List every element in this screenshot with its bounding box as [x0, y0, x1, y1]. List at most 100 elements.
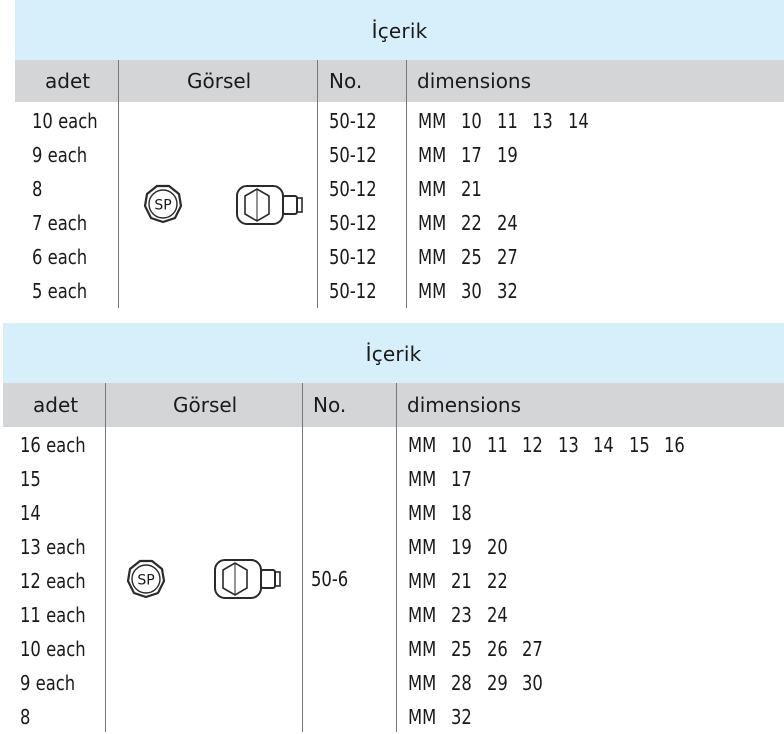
header-qty: adet	[33, 393, 79, 417]
size-value: 21	[461, 177, 482, 201]
unit-label: MM	[408, 467, 437, 491]
unit-label: MM	[408, 603, 437, 627]
size-value: 25	[451, 637, 472, 661]
quantity-cell: 13 each	[20, 535, 86, 559]
size-value: 11	[486, 433, 508, 457]
size-value: 27	[522, 637, 543, 661]
header-part-no: No.	[313, 393, 347, 417]
size-value: 20	[486, 535, 508, 559]
unit-label: MM	[418, 177, 447, 201]
header-image: Görsel	[187, 69, 252, 93]
unit-label: MM	[408, 637, 437, 661]
size-value: 23	[451, 603, 472, 627]
unit-label: MM	[408, 671, 437, 695]
part-number-cell: 50-12	[329, 143, 377, 167]
size-value: 21	[451, 569, 472, 593]
socket-table-1: İçerik adet Görsel No. dimensions SP 10 …	[15, 0, 784, 310]
size-value: 13	[557, 433, 579, 457]
size-value: 19	[451, 535, 472, 559]
size-value: 17	[451, 467, 472, 491]
table-row: 9 each 50-12 MM 17 19	[15, 138, 784, 172]
size-value: 14	[593, 433, 614, 457]
size-value: 13	[532, 109, 553, 133]
size-value: 28	[451, 671, 472, 695]
size-value: 17	[461, 143, 482, 167]
size-value: 14	[567, 109, 589, 133]
quantity-cell: 7 each	[32, 211, 88, 235]
unit-label: MM	[408, 501, 437, 525]
part-number-cell: 50-12	[329, 177, 377, 201]
size-value: 22	[461, 211, 482, 235]
unit-label: MM	[408, 433, 437, 457]
table-row: 9 each MM 28 29 30	[3, 666, 784, 700]
table-row: 10 each MM 25 26 27	[3, 632, 784, 666]
size-value: 27	[496, 245, 518, 269]
size-value: 22	[486, 569, 508, 593]
quantity-cell: 8	[32, 177, 43, 201]
table-row: 6 each 50-12 MM 25 27	[15, 240, 784, 274]
size-value: 24	[486, 603, 508, 627]
table-row: 12 each MM 21 22	[3, 564, 784, 598]
quantity-cell: 11 each	[20, 603, 86, 627]
size-value: 32	[451, 705, 472, 729]
table-row: 16 each MM 10 11 12 13 14 15 16	[3, 428, 784, 462]
table-row: 11 each MM 23 24	[3, 598, 784, 632]
size-value: 10	[451, 433, 472, 457]
size-value: 10	[461, 109, 482, 133]
unit-label: MM	[408, 569, 437, 593]
table-row: 13 each MM 19 20	[3, 530, 784, 564]
size-value: 32	[496, 279, 518, 303]
part-number-cell: 50-12	[329, 245, 377, 269]
quantity-cell: 16 each	[20, 433, 86, 457]
size-value: 19	[496, 143, 518, 167]
size-value: 26	[486, 637, 508, 661]
quantity-cell: 8	[20, 705, 31, 729]
quantity-cell: 5 each	[32, 279, 88, 303]
quantity-cell: 10 each	[20, 637, 86, 661]
table-row: 14 MM 18	[3, 496, 784, 530]
unit-label: MM	[418, 211, 447, 235]
table-title: İçerik	[3, 323, 784, 383]
socket-table-2: İçerik adet Görsel No. dimensions SP 50-…	[3, 323, 784, 732]
unit-label: MM	[418, 143, 447, 167]
part-number-cell: 50-12	[329, 109, 377, 133]
quantity-cell: 6 each	[32, 245, 88, 269]
quantity-cell: 10 each	[32, 109, 98, 133]
unit-label: MM	[418, 245, 447, 269]
size-value: 11	[496, 109, 518, 133]
table-row: 5 each 50-12 MM 30 32	[15, 274, 784, 308]
size-value: 16	[664, 433, 685, 457]
header-dimensions: dimensions	[407, 393, 522, 417]
size-value: 29	[486, 671, 508, 695]
unit-label: MM	[418, 279, 447, 303]
size-value: 30	[522, 671, 543, 695]
table-row: 15 MM 17	[3, 462, 784, 496]
quantity-cell: 9 each	[32, 143, 88, 167]
table-row: 10 each 50-12 MM 10 11 13 14	[15, 104, 784, 138]
unit-label: MM	[408, 535, 437, 559]
table-row: 8 MM 32	[3, 700, 784, 734]
part-number-cell: 50-12	[329, 279, 377, 303]
table-row: 7 each 50-12 MM 22 24	[15, 206, 784, 240]
header-qty: adet	[45, 69, 91, 93]
header-dimensions: dimensions	[417, 69, 532, 93]
part-number-cell: 50-12	[329, 211, 377, 235]
size-value: 12	[522, 433, 543, 457]
unit-label: MM	[408, 705, 437, 729]
unit-label: MM	[418, 109, 447, 133]
table-header-row: adet Görsel No. dimensions	[15, 60, 784, 102]
quantity-cell: 15	[20, 467, 41, 491]
quantity-cell: 12 each	[20, 569, 86, 593]
size-value: 24	[496, 211, 518, 235]
quantity-cell: 14	[20, 501, 41, 525]
header-image: Görsel	[173, 393, 238, 417]
size-value: 30	[461, 279, 482, 303]
quantity-cell: 9 each	[20, 671, 76, 695]
size-value: 18	[451, 501, 472, 525]
table-title: İçerik	[15, 0, 784, 60]
size-value: 25	[461, 245, 482, 269]
table-header-row: adet Görsel No. dimensions	[3, 383, 784, 427]
table-row: 8 50-12 MM 21	[15, 172, 784, 206]
header-part-no: No.	[329, 69, 363, 93]
size-value: 15	[628, 433, 650, 457]
